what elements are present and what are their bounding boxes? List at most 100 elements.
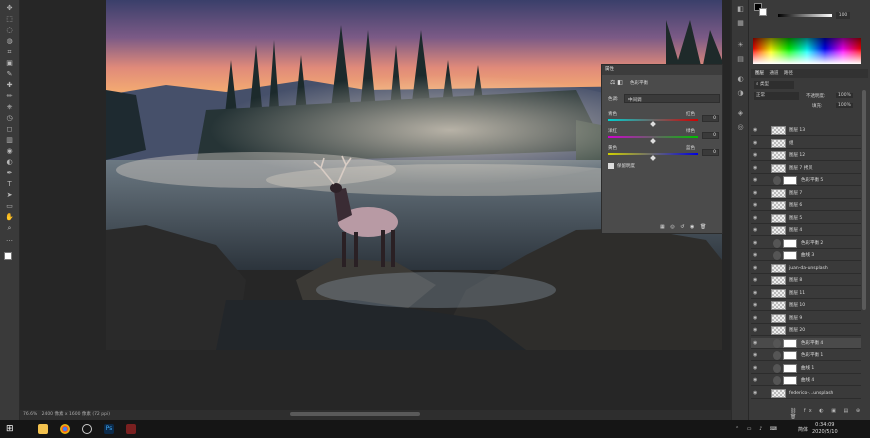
- tone-select[interactable]: 中间调: [624, 94, 720, 103]
- layer-mask-thumbnail[interactable]: [783, 251, 797, 260]
- properties-tab[interactable]: 属性: [602, 65, 722, 75]
- opacity-value[interactable]: 100%: [836, 93, 853, 98]
- layer-name[interactable]: 色彩平衡 2: [801, 238, 823, 249]
- layer-name[interactable]: 图层 12: [789, 150, 805, 161]
- layer-name[interactable]: 曲线 1: [801, 363, 814, 374]
- layer-thumbnail[interactable]: [771, 201, 786, 210]
- healing-tool-icon[interactable]: ✚: [4, 81, 15, 90]
- layers-scrollbar[interactable]: [862, 90, 866, 310]
- learn-icon[interactable]: ☀: [735, 40, 746, 50]
- layer-name[interactable]: 图层 4: [789, 225, 802, 236]
- visibility-eye-icon[interactable]: ◉: [753, 265, 760, 272]
- hand-tool-icon[interactable]: ✋: [4, 213, 15, 222]
- visibility-eye-icon[interactable]: ◉: [753, 340, 760, 347]
- layer-mask-thumbnail[interactable]: [783, 238, 797, 248]
- layer-name[interactable]: 曲线 4: [801, 375, 814, 386]
- tray-icons[interactable]: ⌃ ▭ ♪ ⌨: [735, 426, 780, 432]
- visibility-eye-icon[interactable]: ◉: [753, 190, 760, 197]
- crop-tool-icon[interactable]: ⌗: [4, 48, 15, 57]
- frame-tool-icon[interactable]: ▣: [4, 59, 15, 68]
- layer-thumbnail[interactable]: [771, 126, 786, 135]
- visibility-eye-icon[interactable]: ◉: [753, 390, 760, 397]
- eraser-tool-icon[interactable]: ◻: [4, 125, 15, 134]
- ime-indicator[interactable]: 简体: [798, 426, 808, 433]
- balance-slider-thumb[interactable]: [650, 138, 656, 144]
- layer-name[interactable]: 曲线 3: [801, 250, 814, 261]
- windows-start-icon[interactable]: ⊞: [6, 424, 16, 434]
- tab-channels[interactable]: 通道: [769, 71, 778, 76]
- layer-mask-thumbnail[interactable]: [783, 351, 797, 360]
- visibility-eye-icon[interactable]: ◉: [753, 327, 760, 334]
- tab-paths[interactable]: 路径: [784, 71, 793, 76]
- app-icon[interactable]: [82, 424, 92, 434]
- adjustments-icon[interactable]: ◐: [735, 74, 746, 84]
- visibility-eye-icon[interactable]: ◉: [753, 315, 760, 322]
- layer-thumbnail[interactable]: [771, 301, 786, 310]
- dodge-tool-icon[interactable]: ◐: [4, 158, 15, 167]
- visibility-eye-icon[interactable]: ◉: [753, 177, 760, 184]
- quick-select-tool-icon[interactable]: ◍: [4, 37, 15, 46]
- libraries-icon[interactable]: ▤: [735, 54, 746, 64]
- layer-name[interactable]: 图层 6: [789, 200, 802, 211]
- visibility-eye-icon[interactable]: ◉: [753, 302, 760, 309]
- blur-tool-icon[interactable]: ◉: [4, 147, 15, 156]
- layer-name[interactable]: 图层 11: [789, 288, 805, 299]
- layer-name[interactable]: 图层 7 拷贝: [789, 163, 813, 174]
- visibility-eye-icon[interactable]: ◉: [753, 152, 760, 159]
- layer-thumbnail[interactable]: [771, 313, 786, 323]
- visibility-eye-icon[interactable]: ◉: [753, 277, 760, 284]
- layer-row[interactable]: ◉ 图层 6: [751, 200, 861, 211]
- layer-name[interactable]: 图层 7: [789, 188, 802, 199]
- type-tool-icon[interactable]: T: [4, 180, 15, 189]
- layer-row[interactable]: ◉ 色彩平衡 5: [751, 175, 861, 186]
- layer-thumbnail[interactable]: [771, 388, 786, 398]
- layer-row[interactable]: ◉ 色彩平衡 2: [751, 237, 861, 249]
- layer-name[interactable]: federico-...unsplash: [789, 388, 833, 399]
- tool-color-swatch[interactable]: [4, 252, 12, 260]
- pen-tool-icon[interactable]: ✒: [4, 169, 15, 178]
- history-brush-tool-icon[interactable]: ◷: [4, 114, 15, 123]
- layer-thumbnail[interactable]: [771, 138, 786, 148]
- taskbar-clock[interactable]: 0:34:09 2020/5/10: [812, 422, 838, 436]
- layer-row[interactable]: ◉ 图层 20: [751, 325, 861, 336]
- balance-value[interactable]: 0: [702, 115, 719, 122]
- eyedropper-tool-icon[interactable]: ✎: [4, 70, 15, 79]
- layer-thumbnail[interactable]: [771, 276, 786, 285]
- visibility-eye-icon[interactable]: ◉: [753, 202, 760, 209]
- visibility-eye-icon[interactable]: ◉: [753, 252, 760, 259]
- layer-name[interactable]: juan-da-unsplash: [789, 263, 828, 274]
- layer-mask-thumbnail[interactable]: [783, 363, 797, 373]
- marquee-tool-icon[interactable]: ⬚: [4, 15, 15, 24]
- swatches-icon[interactable]: ▦: [735, 18, 746, 28]
- layer-thumbnail[interactable]: [771, 326, 786, 335]
- chrome-icon[interactable]: [60, 424, 70, 434]
- styles-icon[interactable]: ◑: [735, 88, 746, 98]
- visibility-eye-icon[interactable]: ◉: [753, 365, 760, 372]
- layer-row[interactable]: ◉ 图层 11: [751, 287, 861, 299]
- visibility-eye-icon[interactable]: ◉: [753, 352, 760, 359]
- layer-row[interactable]: ◉ federico-...unsplash: [751, 387, 861, 399]
- layer-row[interactable]: ◉ 图层 13: [751, 125, 861, 136]
- layer-row[interactable]: ◉ 组: [751, 137, 861, 149]
- stamp-tool-icon[interactable]: ⎈: [4, 103, 15, 112]
- preserve-checkbox[interactable]: [608, 163, 614, 169]
- balance-slider-thumb[interactable]: [650, 155, 656, 161]
- brush-tool-icon[interactable]: ✏: [4, 92, 15, 101]
- properties-footer-icons[interactable]: ▦ ◎ ↺ ◉ 🗑: [660, 224, 708, 230]
- layer-mask-thumbnail[interactable]: [783, 376, 797, 385]
- layer-name[interactable]: 图层 10: [789, 300, 805, 311]
- zoom-tool-icon[interactable]: ⌕: [4, 224, 15, 233]
- tab-layers[interactable]: 图层: [755, 71, 764, 76]
- layer-name[interactable]: 图层 8: [789, 275, 802, 286]
- balance-slider-thumb[interactable]: [650, 121, 656, 127]
- layer-row[interactable]: ◉ 图层 4: [751, 225, 861, 236]
- more-tools-icon[interactable]: …: [4, 235, 15, 244]
- layer-row[interactable]: ◉ 图层 7: [751, 187, 861, 199]
- layer-thumbnail[interactable]: [771, 213, 786, 223]
- layer-thumbnail[interactable]: [771, 188, 786, 198]
- layer-thumbnail[interactable]: [771, 263, 786, 273]
- color-panel-icon[interactable]: ◧: [735, 4, 746, 14]
- shape-tool-icon[interactable]: ▭: [4, 202, 15, 211]
- lasso-tool-icon[interactable]: ◌: [4, 26, 15, 35]
- layer-row[interactable]: ◉ 图层 8: [751, 275, 861, 286]
